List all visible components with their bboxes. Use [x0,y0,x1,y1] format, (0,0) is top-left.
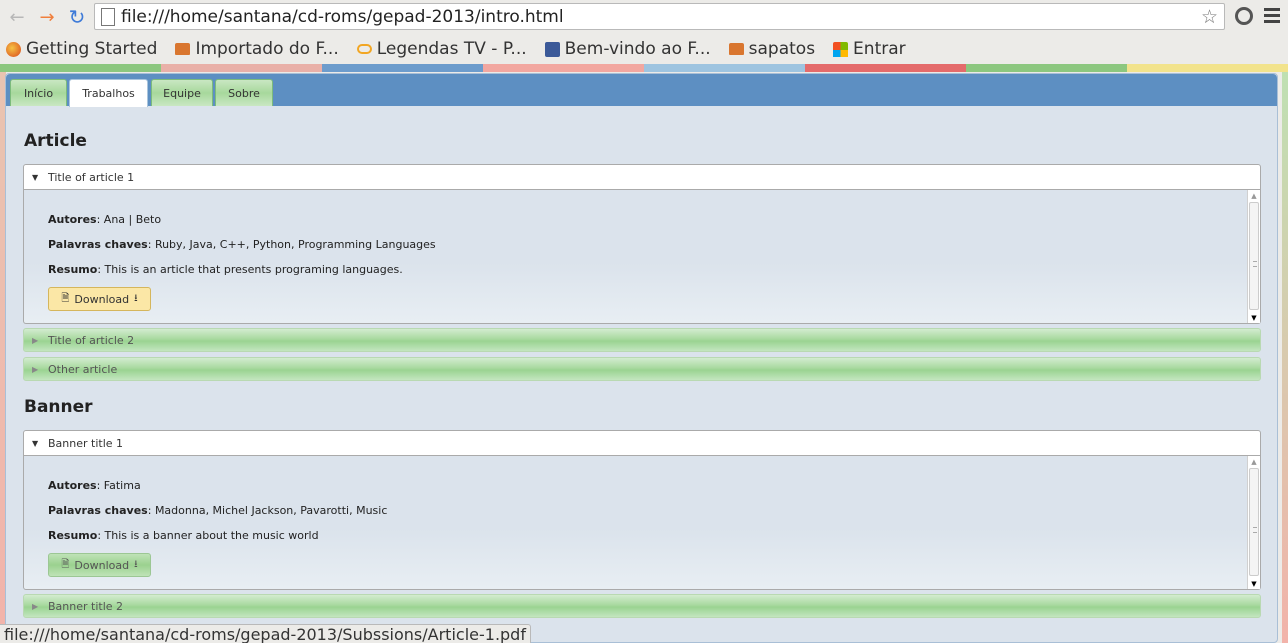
bookmark-star-icon[interactable]: ☆ [1201,6,1218,28]
address-bar[interactable]: file:///home/santana/cd-roms/gepad-2013/… [94,3,1225,30]
bookmark-label: Legendas TV - P... [376,39,527,59]
bookmarks-bar: Getting Started Importado do F... Legend… [0,34,1288,64]
microsoft-icon [833,41,849,57]
accordion-title: Title of article 2 [48,333,135,347]
download-arrow-icon: ⭳ [134,292,138,304]
accordion-title: Other article [48,362,118,376]
scroll-up-icon[interactable]: ▲ [1248,190,1260,201]
bookmark-importado[interactable]: Importado do F... [175,39,339,59]
url-text[interactable]: file:///home/santana/cd-roms/gepad-2013/… [121,7,564,27]
bookmark-getting-started[interactable]: Getting Started [6,39,157,59]
panel-scrollbar[interactable]: ▲ ▼ [1247,190,1260,323]
bookmark-sapatos[interactable]: sapatos [728,39,816,59]
tab-sobre[interactable]: Sobre [215,79,273,106]
extension-icon[interactable] [1235,7,1253,25]
accordion-title: Title of article 1 [48,170,135,184]
summary-line: Resumo: This is an article that presents… [48,263,403,276]
reload-icon[interactable]: ↻ [64,4,90,30]
tab-equipe[interactable]: Equipe [151,79,213,106]
scroll-down-icon[interactable]: ▼ [1248,578,1260,589]
download-arrow-icon: ⭳ [134,558,138,570]
authors-label: Autores [48,213,97,226]
keywords-value: Madonna, Michel Jackson, Pavarotti, Musi… [154,504,388,517]
tab-trabalhos[interactable]: Trabalhos [69,79,148,107]
authors-line: Autores: Ana | Beto [48,213,162,226]
scroll-up-icon[interactable]: ▲ [1248,456,1260,467]
bookmark-facebook[interactable]: Bem-vindo ao F... [544,39,711,59]
caret-right-icon: ▶ [32,364,39,374]
keywords-label: Palavras chaves [48,238,148,251]
caret-right-icon: ▶ [32,335,39,345]
keywords-label: Palavras chaves [48,504,148,517]
panel-scrollbar[interactable]: ▲ ▼ [1247,456,1260,589]
summary-label: Resumo [48,529,98,542]
scroll-thumb[interactable] [1249,468,1259,576]
accordion-header-article-2[interactable]: ▶ Title of article 2 [23,328,1261,352]
page-icon [101,7,115,26]
accordion-panel-banner-1: Autores: Fatima Palavras chaves: Madonna… [23,456,1261,590]
accordion-header-banner-2[interactable]: ▶ Banner title 2 [23,594,1261,618]
bookmark-label: Bem-vindo ao F... [564,39,711,59]
tab-bar: Início Trabalhos Equipe Sobre [6,74,1277,107]
caret-down-icon: ▼ [32,172,39,182]
bookmark-label: Importado do F... [195,39,339,59]
bookmark-legendas[interactable]: Legendas TV - P... [356,39,527,59]
decorative-color-strip [0,64,1288,72]
menu-icon[interactable] [1264,8,1280,26]
summary-value: This is a banner about the music world [104,529,319,542]
forward-icon[interactable]: → [34,4,60,30]
download-label: Download [74,292,130,306]
accordion-panel-article-1: Autores: Ana | Beto Palavras chaves: Rub… [23,190,1261,324]
page-viewport: Início Trabalhos Equipe Sobre Article ▼ … [0,64,1288,643]
file-icon: 🗎 [61,292,70,304]
accordion-header-banner-1[interactable]: ▼ Banner title 1 [23,430,1261,456]
caret-down-icon: ▼ [32,438,39,448]
decorative-side-right [1282,72,1288,643]
scroll-down-icon[interactable]: ▼ [1248,312,1260,323]
status-bar-url: file:///home/santana/cd-roms/gepad-2013/… [0,624,531,643]
file-icon: 🗎 [61,558,70,570]
download-button-banner-1[interactable]: 🗎 Download ⭳ [48,553,151,577]
cloud-icon [356,44,372,54]
bookmark-label: sapatos [748,39,816,59]
browser-toolbar: ← → ↻ file:///home/santana/cd-roms/gepad… [0,0,1288,34]
section-title-banner: Banner [24,397,93,417]
accordion-header-other-article[interactable]: ▶ Other article [23,357,1261,381]
summary-label: Resumo [48,263,98,276]
download-button-article-1[interactable]: 🗎 Download ⭳ [48,287,151,311]
bookmark-entrar[interactable]: Entrar [833,39,906,59]
accordion-title: Banner title 1 [48,436,124,450]
keywords-value: Ruby, Java, C++, Python, Programming Lan… [154,238,436,251]
authors-value: Ana | Beto [103,213,162,226]
summary-value: This is an article that presents program… [104,263,403,276]
accordion-header-article-1[interactable]: ▼ Title of article 1 [23,164,1261,190]
back-icon[interactable]: ← [4,4,30,30]
caret-right-icon: ▶ [32,601,39,611]
keywords-line: Palavras chaves: Ruby, Java, C++, Python… [48,238,436,251]
scroll-thumb[interactable] [1249,202,1259,310]
tabs-widget: Início Trabalhos Equipe Sobre Article ▼ … [5,73,1278,643]
summary-line: Resumo: This is a banner about the music… [48,529,319,542]
authors-label: Autores [48,479,97,492]
authors-line: Autores: Fatima [48,479,141,492]
folder-icon [175,43,191,55]
facebook-icon [544,41,560,57]
bookmark-label: Entrar [853,39,906,59]
folder-icon [728,43,744,55]
section-title-article: Article [24,131,87,151]
firefox-icon [6,41,21,57]
keywords-line: Palavras chaves: Madonna, Michel Jackson… [48,504,388,517]
accordion-title: Banner title 2 [48,599,124,613]
authors-value: Fatima [103,479,141,492]
download-label: Download [74,558,130,572]
bookmark-label: Getting Started [26,39,158,59]
tab-inicio[interactable]: Início [10,79,67,106]
